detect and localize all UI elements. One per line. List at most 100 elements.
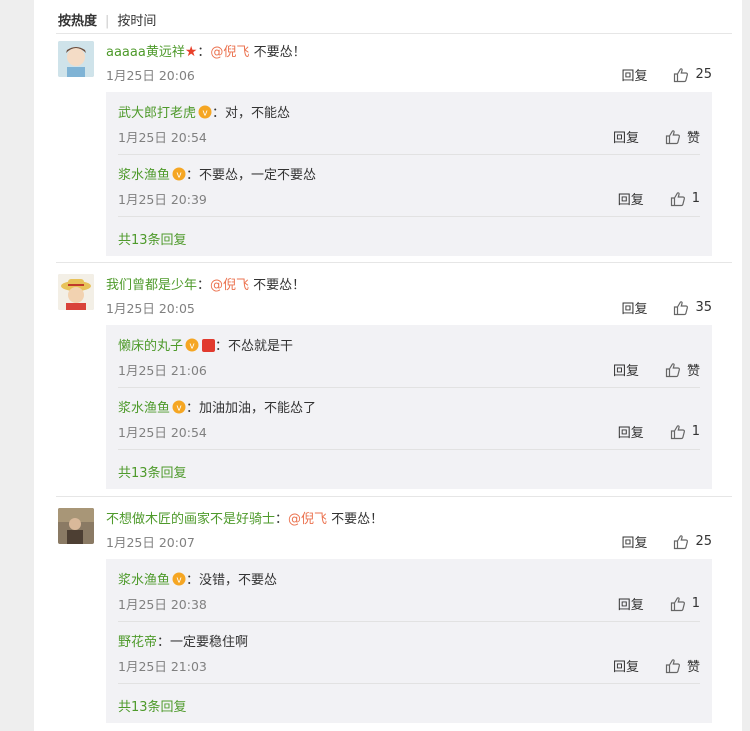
reply-button[interactable]: 回复 [621, 298, 647, 317]
more-replies-link[interactable]: 共13条回复 [118, 229, 187, 248]
reply-box: 武大郎打老虎 v ：对，不能怂 1月25日 20:54 回复 赞 浆水渔鱼 v ：不要怂… [106, 92, 712, 256]
reply-time: 1月25日 21:03 [118, 659, 207, 674]
reply-divider [118, 387, 700, 388]
thumbs-up-icon [670, 424, 685, 439]
reply-text: 没错，不要怂 [199, 573, 278, 588]
svg-text:v: v [176, 171, 182, 181]
thumbs-up-icon [670, 191, 685, 206]
like-button[interactable]: 1 [670, 191, 700, 207]
comment-time: 1月25日 20:06 [106, 68, 195, 83]
like-button[interactable]: 赞 [665, 656, 700, 675]
comment-divider [56, 496, 732, 497]
mention-link[interactable]: @倪飞 [210, 45, 249, 60]
like-button[interactable]: 25 [673, 67, 712, 83]
comment-divider [56, 262, 732, 263]
svg-text:v: v [202, 109, 208, 119]
comment-username[interactable]: aaaaa黄远祥 [106, 45, 185, 60]
reply-button[interactable]: 回复 [613, 656, 639, 675]
star-icon: ★ [184, 44, 198, 60]
reply-time: 1月25日 20:38 [118, 597, 207, 612]
like-button[interactable]: 1 [670, 424, 700, 440]
like-count: 赞 [686, 131, 700, 146]
like-count: 25 [695, 534, 712, 549]
comment-actions: 回复 25 [621, 532, 712, 551]
reply-username[interactable]: 浆水渔鱼 [118, 168, 170, 183]
reply-separator: ： [212, 106, 226, 121]
reply-button[interactable]: 回复 [613, 360, 639, 379]
comment-line: 不想做木匠的画家不是好骑士：@倪飞 不要怂！ [106, 508, 383, 527]
reply-divider [118, 621, 700, 622]
like-button[interactable]: 赞 [665, 127, 700, 146]
comment-text: 不要怂！ [249, 278, 306, 293]
vip-badge-icon: v [172, 400, 186, 414]
reply-username[interactable]: 懒床的丸子 [118, 339, 183, 354]
svg-text:v: v [176, 404, 182, 414]
comment-username[interactable]: 我们曾都是少年 [106, 278, 197, 293]
reply-divider [118, 216, 700, 217]
reply-button[interactable]: 回复 [621, 65, 647, 84]
comment-separator: ： [197, 278, 211, 293]
svg-text:v: v [189, 342, 195, 352]
reply-time: 1月25日 20:39 [118, 192, 207, 207]
header-divider [56, 33, 732, 34]
like-count: 1 [691, 596, 700, 611]
reply-button[interactable]: 回复 [618, 594, 644, 613]
comment-line: aaaaa黄远祥★：@倪飞 不要怂！ [106, 41, 306, 60]
svg-text:v: v [176, 576, 182, 586]
sort-time-tab[interactable]: 按时间 [117, 14, 156, 29]
thumbs-up-icon [665, 658, 680, 673]
reply-username[interactable]: 浆水渔鱼 [118, 573, 170, 588]
comment-text: 不要怂！ [327, 512, 384, 527]
like-button[interactable]: 1 [670, 596, 700, 612]
comment-username[interactable]: 不想做木匠的画家不是好骑士 [106, 512, 275, 527]
reply-username[interactable]: 武大郎打老虎 [118, 106, 196, 121]
thumbs-up-icon [674, 300, 689, 315]
vip-badge-icon: v [172, 572, 186, 586]
more-replies-link[interactable]: 共13条回复 [118, 462, 187, 481]
reply-separator: ： [215, 339, 229, 354]
reply-text: 一定要稳住啊 [170, 635, 249, 650]
sort-separator: | [105, 14, 110, 29]
like-count: 1 [691, 191, 700, 206]
reply-button[interactable]: 回复 [613, 127, 639, 146]
thumbs-up-icon [670, 596, 685, 611]
sort-bar: 按热度 | 按时间 [58, 10, 156, 29]
vip-badge-icon: v [172, 167, 186, 181]
reply-separator: ： [186, 168, 200, 183]
avatar[interactable] [58, 41, 94, 77]
reply-username[interactable]: 浆水渔鱼 [118, 401, 170, 416]
reply-button[interactable]: 回复 [621, 532, 647, 551]
reply-actions: 回复 赞 [613, 360, 700, 379]
reply-separator: ： [157, 635, 171, 650]
thumbs-up-icon [665, 129, 680, 144]
comment-line: 我们曾都是少年：@倪飞 不要怂！ [106, 274, 305, 293]
reply-username[interactable]: 野花帝 [118, 635, 157, 650]
reply-divider [118, 449, 700, 450]
reply-text: 不要怂，一定不要怂 [199, 168, 317, 183]
mention-link[interactable]: @倪飞 [288, 512, 327, 527]
red-envelope-icon [202, 339, 216, 352]
reply-actions: 回复 赞 [613, 656, 700, 675]
like-button[interactable]: 35 [673, 300, 712, 316]
reply-actions: 回复 1 [618, 594, 700, 613]
reply-button[interactable]: 回复 [618, 422, 644, 441]
reply-time: 1月25日 21:06 [118, 363, 207, 378]
thumbs-up-icon [665, 362, 680, 377]
like-count: 35 [695, 300, 712, 315]
more-replies-link[interactable]: 共13条回复 [118, 696, 187, 715]
reply-actions: 回复 1 [618, 189, 700, 208]
like-button[interactable]: 赞 [665, 360, 700, 379]
comment-separator: ： [275, 512, 289, 527]
reply-time: 1月25日 20:54 [118, 130, 207, 145]
like-count: 1 [691, 424, 700, 439]
mention-link[interactable]: @倪飞 [210, 278, 249, 293]
avatar[interactable] [58, 508, 94, 544]
sort-hot-tab[interactable]: 按热度 [58, 14, 97, 29]
like-count: 赞 [686, 660, 700, 675]
avatar[interactable] [58, 274, 94, 310]
like-button[interactable]: 25 [673, 534, 712, 550]
reply-separator: ： [186, 401, 200, 416]
reply-button[interactable]: 回复 [618, 189, 644, 208]
vip-badge-icon: v [185, 338, 199, 352]
like-count: 赞 [686, 364, 700, 379]
